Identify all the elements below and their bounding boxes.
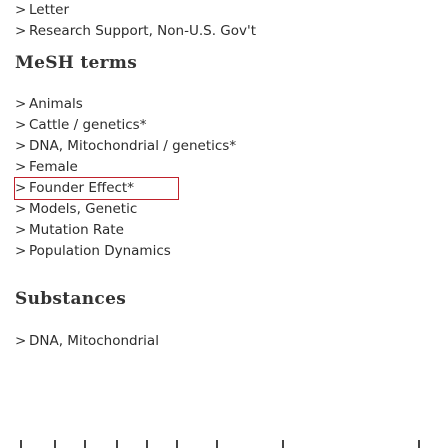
mesh-term-label: Animals [29,96,83,112]
chevron-right-icon: > [15,2,27,18]
chevron-right-icon: > [15,222,27,238]
mesh-term-founder-effect[interactable]: > Founder Effect* [14,177,179,200]
substance-label: DNA, Mitochondrial [29,333,159,349]
chevron-right-icon: > [15,180,27,196]
chevron-right-icon: > [15,117,27,133]
mesh-term-label: DNA, Mitochondrial / genetics* [29,138,237,154]
mesh-term-animals[interactable]: > Animals [15,94,236,115]
substances-list: > DNA, Mitochondrial [15,331,159,352]
mesh-term-label: Models, Genetic [29,201,138,217]
mesh-term-models-genetic[interactable]: > Models, Genetic [15,199,236,220]
chevron-right-icon: > [15,159,27,175]
mesh-term-label: Founder Effect* [29,180,134,196]
mesh-term-cattle-genetics[interactable]: > Cattle / genetics* [15,115,236,136]
mesh-terms-heading: MeSH terms [15,53,138,73]
mesh-term-label: Population Dynamics [29,243,171,259]
publication-type-label: Research Support, Non-U.S. Gov't [29,23,256,39]
mesh-term-population-dynamics[interactable]: > Population Dynamics [15,241,236,262]
chevron-right-icon: > [15,243,27,259]
publication-type-research-support[interactable]: > Research Support, Non-U.S. Gov't [15,21,256,42]
publication-type-label: Letter [29,2,70,18]
chevron-right-icon: > [15,333,27,349]
mesh-term-label: Cattle / genetics* [29,117,147,133]
mesh-term-mutation-rate[interactable]: > Mutation Rate [15,220,236,241]
substances-heading: Substances [15,289,127,309]
mesh-term-dna-mitochondrial-genetics[interactable]: > DNA, Mitochondrial / genetics* [15,136,236,157]
chevron-right-icon: > [15,96,27,112]
chevron-right-icon: > [15,138,27,154]
chevron-right-icon: > [15,201,27,217]
publication-type-letter[interactable]: > Letter [15,0,256,21]
publication-types-list: > Letter > Research Support, Non-U.S. Gov'… [15,0,256,42]
cut-off-next-heading [20,440,440,448]
mesh-term-female[interactable]: > Female [15,157,236,178]
chevron-right-icon: > [15,23,27,39]
substance-dna-mitochondrial[interactable]: > DNA, Mitochondrial [15,331,159,352]
mesh-terms-list: > Animals > Cattle / genetics* > DNA, Mitoc… [14,94,236,262]
mesh-term-label: Female [29,159,78,175]
mesh-term-label: Mutation Rate [29,222,124,238]
